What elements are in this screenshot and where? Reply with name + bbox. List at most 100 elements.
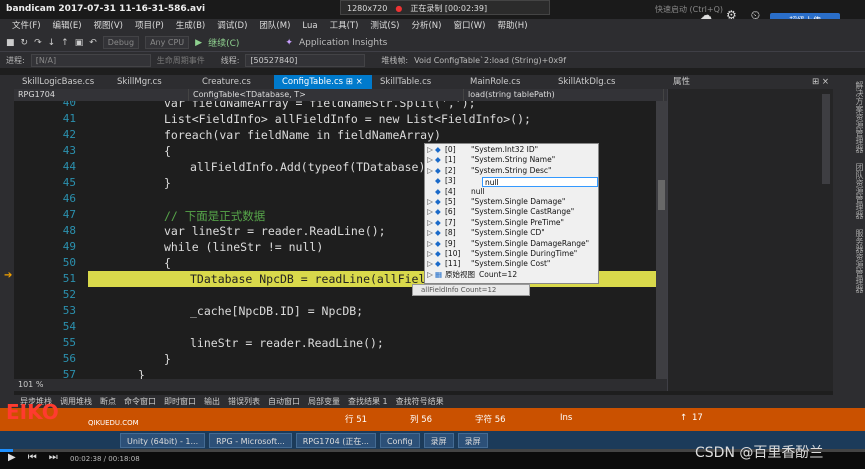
tab-skillatkdlg[interactable]: SkillAtkDlg.cs — [550, 75, 640, 89]
process-dropdown[interactable]: [N/A] — [30, 53, 151, 67]
thread-label: 线程: — [220, 55, 240, 65]
editor-scroll-thumb[interactable] — [658, 180, 665, 210]
breakpoint-arrow-icon[interactable]: ➔ — [4, 270, 12, 281]
tab-label: ConfigTable.cs — [282, 77, 344, 87]
datatip-edit-field[interactable]: null — [482, 177, 598, 187]
menu-item[interactable]: 项目(P) — [129, 19, 170, 34]
undo-icon[interactable]: ↶ — [89, 38, 97, 48]
datatip-row[interactable]: ▷ ◆ [6] "System.Single CastRange" — [425, 207, 598, 217]
menu-item[interactable]: Lua — [296, 19, 323, 34]
datatip-popup[interactable]: ▷ ◆ [0] "System.Int32 ID" ▷ ◆ [1] "System.Stri… — [424, 143, 599, 284]
play-icon[interactable]: ▶ — [8, 452, 16, 463]
tab-skilltable[interactable]: SkillTable.cs — [372, 75, 462, 89]
stop-icon[interactable]: ■ — [6, 38, 15, 48]
tool-tab[interactable]: 局部变量 — [304, 395, 344, 408]
side-tab[interactable]: 解决方案资源管理器 — [841, 81, 865, 153]
menu-item[interactable]: 帮助(H) — [491, 19, 533, 34]
taskbar-item[interactable]: RPG - Microsoft... — [209, 432, 292, 448]
menu-item[interactable]: 编辑(E) — [47, 19, 88, 34]
restart-icon[interactable]: ↻ — [21, 38, 29, 48]
menu-item[interactable]: 团队(M) — [253, 19, 296, 34]
properties-scrollbar[interactable] — [822, 94, 830, 184]
code-line: } — [164, 352, 171, 366]
datatip-row[interactable]: ▷ ◆ [8] "System.Single CD" — [425, 228, 598, 238]
thread-dropdown[interactable]: [50527840] — [245, 53, 366, 67]
resolution-label: 1280x720 — [347, 4, 388, 13]
menu-item[interactable]: 调试(D) — [211, 19, 253, 34]
datatip-row[interactable]: ▷ ◆ [11] "System.Single Cost" — [425, 259, 598, 269]
pending-changes[interactable]: 17 — [692, 413, 703, 423]
pin-icon[interactable]: ⊞ × — [346, 77, 363, 87]
expand-icon[interactable]: ▷ — [425, 228, 435, 238]
datatip-row[interactable]: ▷ ◆ [5] "System.Single Damage" — [425, 197, 598, 207]
datatip-row[interactable]: ◆ [4] null — [425, 187, 598, 197]
next-icon[interactable]: ⏭ — [49, 452, 58, 463]
tab-skillmgr[interactable]: SkillMgr.cs — [109, 75, 194, 89]
tool-tab[interactable]: 查找符号结果 — [392, 395, 448, 408]
datatip-row[interactable]: ▷ ◆ [0] "System.Int32 ID" — [425, 145, 598, 155]
datatip-parent-label[interactable]: allFieldInfo Count=12 — [412, 284, 530, 296]
tab-mainrole[interactable]: MainRole.cs — [462, 75, 550, 89]
expand-icon[interactable]: ▷ — [425, 166, 435, 176]
tab-skilllogicbase[interactable]: SkillLogicBase.cs — [14, 75, 109, 89]
taskbar-item[interactable]: RPG1704 (正在... — [295, 432, 376, 448]
expand-icon[interactable]: ▷ — [425, 249, 435, 259]
datatip-value: null — [471, 186, 485, 196]
datatip-row[interactable]: ▷ ◆ [1] "System.String Name" — [425, 155, 598, 165]
tool-tab[interactable]: 自动窗口 — [264, 395, 304, 408]
save-icon[interactable]: ▣ — [75, 38, 84, 48]
config-dropdown[interactable]: Debug — [102, 36, 140, 49]
pin-icon[interactable]: ⊞ × — [812, 75, 829, 89]
datatip-row[interactable]: ▷ ▦ 原始视图 Count=12 — [425, 270, 598, 280]
menu-item[interactable]: 生成(B) — [170, 19, 211, 34]
editor-zoom[interactable]: 101 % — [14, 379, 667, 391]
tab-configtable[interactable]: ConfigTable.cs ⊞ × — [274, 75, 372, 89]
expand-icon[interactable]: ▷ — [425, 239, 435, 249]
continue-button[interactable]: 继续(C) — [208, 36, 239, 49]
properties-title: 属性 — [673, 77, 691, 87]
side-tab[interactable]: 团队资源管理器 — [841, 163, 865, 219]
platform-dropdown[interactable]: Any CPU — [145, 36, 190, 49]
menu-item[interactable]: 窗口(W) — [447, 19, 491, 34]
side-tab[interactable]: 服务器资源管理器 — [841, 229, 865, 293]
menu-item[interactable]: 视图(V) — [88, 19, 129, 34]
taskbar-item[interactable]: Unity (64bit) - 1... — [120, 432, 206, 448]
expand-icon[interactable]: ▷ — [425, 155, 435, 165]
menu-item[interactable]: 分析(N) — [405, 19, 447, 34]
step-into-icon[interactable]: ↓ — [48, 38, 56, 48]
step-out-icon[interactable]: ↑ — [61, 38, 69, 48]
insights-button[interactable]: Application Insights — [299, 38, 387, 48]
expand-icon[interactable]: ▷ — [425, 207, 435, 217]
editor-vertical-scrollbar[interactable] — [656, 101, 667, 379]
menu-item[interactable]: 文件(F) — [6, 19, 47, 34]
line-number: 41 — [62, 112, 76, 125]
prev-icon[interactable]: ⏮ — [28, 452, 37, 463]
datatip-row[interactable]: ▷ ◆ [10] "System.Single DuringTime" — [425, 249, 598, 259]
tool-tab[interactable]: 错误列表 — [224, 395, 264, 408]
datatip-row[interactable]: ▷ ◆ [9] "System.Single DamageRange" — [425, 239, 598, 249]
taskbar-item[interactable]: 录屏 — [457, 432, 488, 448]
menu-item[interactable]: 工具(T) — [324, 19, 365, 34]
class-dropdown[interactable]: ConfigTable<TDatabase, T> — [189, 89, 464, 101]
taskbar-item[interactable]: 录屏 — [423, 432, 454, 448]
record-dot-icon: ● — [395, 4, 403, 13]
expand-icon[interactable]: ▷ — [425, 145, 435, 155]
project-dropdown[interactable]: RPG1704 — [14, 89, 189, 101]
expand-icon[interactable]: ▷ — [425, 270, 435, 280]
expand-icon[interactable]: ▷ — [425, 259, 435, 269]
expand-icon[interactable]: ▷ — [425, 197, 435, 207]
menu-item[interactable]: 测试(S) — [364, 19, 405, 34]
taskbar-item[interactable]: Config — [379, 432, 420, 448]
tab-creature[interactable]: Creature.cs — [194, 75, 274, 89]
tool-tab[interactable]: 即时窗口 — [160, 395, 200, 408]
datatip-row[interactable]: ▷ ◆ [2] "System.String Desc" — [425, 166, 598, 176]
step-over-icon[interactable]: ↷ — [34, 38, 42, 48]
recording-bar: 1280x720 ● 正在录制 [00:02:39] — [340, 0, 550, 15]
datatip-index: [2] — [445, 165, 456, 175]
method-dropdown[interactable]: load(string tablePath) — [464, 89, 664, 101]
datatip-row[interactable]: ▷ ◆ [7] "System.Single PreTime" — [425, 218, 598, 228]
stack-value[interactable]: Void ConfigTable`2:load (String)+0x9f — [414, 56, 566, 65]
expand-icon[interactable]: ▷ — [425, 218, 435, 228]
tool-tab[interactable]: 输出 — [200, 395, 224, 408]
tool-tab[interactable]: 查找结果 1 — [344, 395, 392, 408]
